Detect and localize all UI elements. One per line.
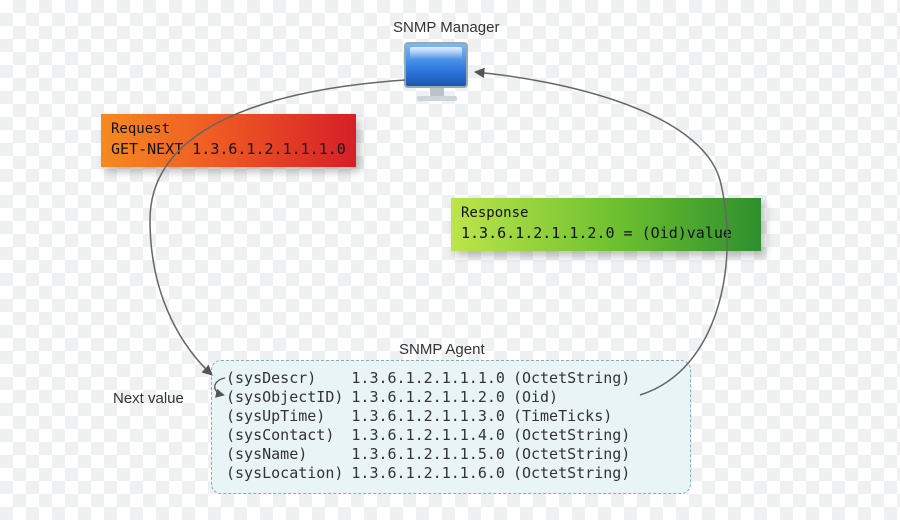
- response-value: 1.3.6.1.2.1.1.2.0 = (Oid)value: [461, 223, 751, 243]
- mib-name: (sysLocation): [226, 464, 351, 483]
- next-value-label: Next value: [113, 390, 184, 407]
- mib-name: (sysDescr): [226, 369, 351, 388]
- mib-name: (sysUpTime): [226, 407, 351, 426]
- table-row: (sysDescr)1.3.6.1.2.1.1.1.0(OctetString): [226, 369, 638, 388]
- table-row: (sysUpTime)1.3.6.1.2.1.1.3.0(TimeTicks): [226, 407, 638, 426]
- response-box: Response 1.3.6.1.2.1.1.2.0 = (Oid)value: [451, 198, 761, 251]
- mib-type: (OctetString): [513, 464, 638, 483]
- mib-type: (OctetString): [513, 445, 638, 464]
- request-command: GET-NEXT 1.3.6.1.2.1.1.1.0: [111, 139, 346, 159]
- mib-name: (sysContact): [226, 426, 351, 445]
- mib-type: (TimeTicks): [513, 407, 638, 426]
- mib-type: (OctetString): [513, 369, 638, 388]
- mib-oid: 1.3.6.1.2.1.1.3.0: [351, 407, 513, 426]
- request-box: Request GET-NEXT 1.3.6.1.2.1.1.1.0: [101, 114, 356, 167]
- mib-name: (sysObjectID): [226, 388, 351, 407]
- mib-oid: 1.3.6.1.2.1.1.1.0: [351, 369, 513, 388]
- manager-label: SNMP Manager: [393, 19, 499, 36]
- mib-type: (Oid): [513, 388, 638, 407]
- mib-oid: 1.3.6.1.2.1.1.5.0: [351, 445, 513, 464]
- agent-panel: (sysDescr)1.3.6.1.2.1.1.1.0(OctetString)…: [211, 360, 691, 494]
- table-row: (sysLocation)1.3.6.1.2.1.1.6.0(OctetStri…: [226, 464, 638, 483]
- table-row: (sysObjectID)1.3.6.1.2.1.1.2.0(Oid): [226, 388, 638, 407]
- request-header: Request: [111, 120, 346, 139]
- mib-oid: 1.3.6.1.2.1.1.2.0: [351, 388, 513, 407]
- computer-icon: [404, 42, 470, 102]
- mib-table: (sysDescr)1.3.6.1.2.1.1.1.0(OctetString)…: [226, 369, 638, 483]
- mib-name: (sysName): [226, 445, 351, 464]
- response-header: Response: [461, 204, 751, 223]
- mib-type: (OctetString): [513, 426, 638, 445]
- table-row: (sysContact)1.3.6.1.2.1.1.4.0(OctetStrin…: [226, 426, 638, 445]
- mib-oid: 1.3.6.1.2.1.1.4.0: [351, 426, 513, 445]
- mib-oid: 1.3.6.1.2.1.1.6.0: [351, 464, 513, 483]
- table-row: (sysName)1.3.6.1.2.1.1.5.0(OctetString): [226, 445, 638, 464]
- agent-label: SNMP Agent: [399, 341, 485, 358]
